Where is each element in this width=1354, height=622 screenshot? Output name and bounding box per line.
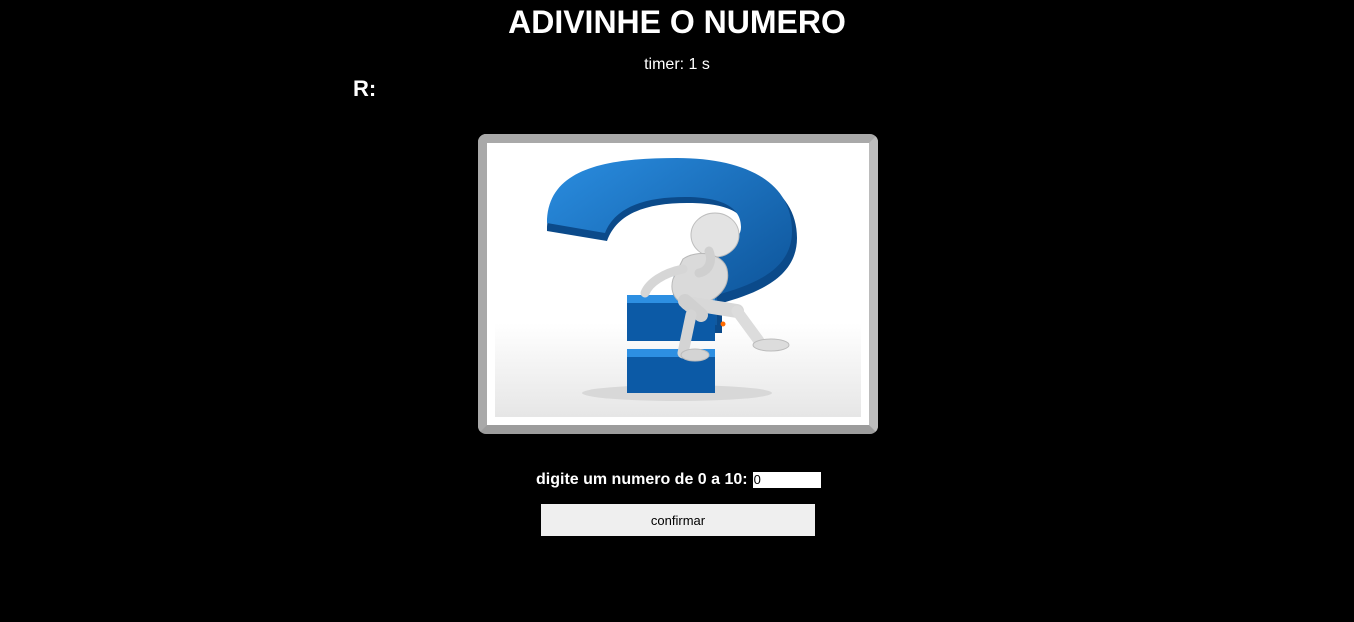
- confirm-button[interactable]: confirmar: [541, 504, 815, 536]
- guess-prompt-label: digite um numero de 0 a 10:: [536, 471, 748, 488]
- game-page: ADIVINHE O NUMERO timer: 1 s R: digite u…: [0, 0, 1354, 622]
- timer-text: timer: 1 s: [644, 56, 710, 73]
- number-input[interactable]: [752, 472, 821, 488]
- guess-form: digite um numero de 0 a 10:: [536, 470, 821, 490]
- illustration-frame: [478, 134, 878, 434]
- page-title: ADIVINHE O NUMERO: [508, 4, 846, 40]
- answer-label: R:: [353, 76, 377, 101]
- question-mark-thinker-icon: [487, 143, 869, 425]
